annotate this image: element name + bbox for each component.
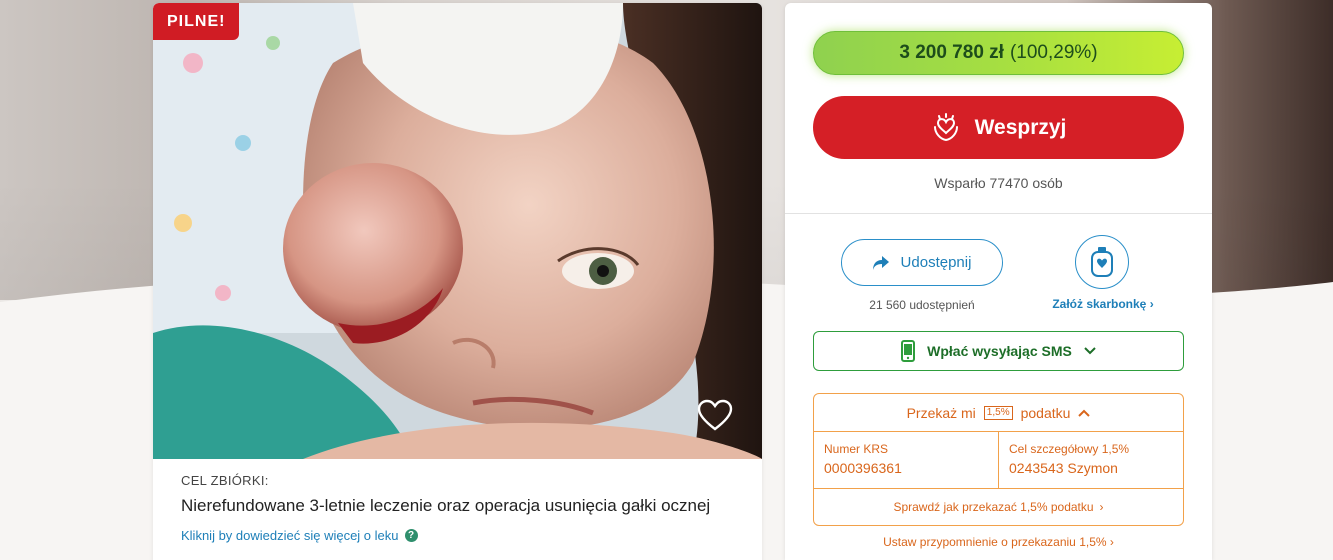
tax-donation-box: Przekaż mi 1,5% podatku Numer KRS 000039…	[813, 393, 1184, 526]
piggy-bank-link[interactable]: Załóż skarbonkę ›	[1035, 297, 1171, 311]
tax-percent-badge: 1,5%	[983, 405, 1013, 420]
chevron-right-icon: ›	[1109, 535, 1114, 549]
donate-label: Wesprzyj	[974, 115, 1067, 139]
goal-label: CEL ZBIÓRKI:	[181, 473, 269, 488]
donate-button[interactable]: Wesprzyj	[813, 96, 1184, 159]
raised-amount: 3 200 780 zł	[899, 42, 1004, 63]
campaign-photo-card: PILNE! CEL ZBIÓRKI: Nierefundowane 3-let…	[153, 3, 762, 560]
supporters-count: Wsparło 77470 osób	[934, 175, 1063, 191]
campaign-goal: CEL ZBIÓRKI: Nierefundowane 3-letnie lec…	[181, 473, 741, 543]
tax-head-after: podatku	[1020, 404, 1071, 421]
krs-cell: Numer KRS 0000396361	[814, 432, 998, 488]
raised-percent: (100,29%)	[1009, 42, 1098, 63]
child-photo-illustration	[153, 3, 762, 459]
tax-goal-value: 0243543 Szymon	[1009, 460, 1118, 476]
share-count: 21 560 udostępnień	[869, 298, 975, 312]
tax-reminder-link[interactable]: Ustaw przypomnienie o przekazaniu 1,5% ›	[785, 535, 1212, 549]
divider	[785, 213, 1212, 214]
tax-head-before: Przekaż mi	[906, 404, 976, 421]
piggy-bank-label: Załóż skarbonkę	[1052, 297, 1147, 311]
campaign-photo: PILNE!	[153, 3, 762, 459]
tax-goal-label: Cel szczegółowy 1,5%	[1009, 442, 1130, 456]
share-arrow-icon	[872, 255, 889, 270]
funding-progress-bar: 3 200 780 zł (100,29%)	[813, 31, 1184, 75]
piggy-bank-icon	[1091, 247, 1113, 277]
sms-label: Wpłać wysyłając SMS	[927, 343, 1072, 359]
learn-more-link[interactable]: Kliknij by dowiedzieć się więcej o leku …	[181, 528, 741, 543]
piggy-bank-button[interactable]	[1075, 235, 1129, 289]
sms-donate-button[interactable]: Wpłać wysyłając SMS	[813, 331, 1184, 371]
krs-label: Numer KRS	[824, 442, 889, 456]
donation-panel: 3 200 780 zł (100,29%) Wesprzyj Wsparło …	[785, 3, 1212, 560]
goal-cell: Cel szczegółowy 1,5% 0243543 Szymon	[998, 432, 1183, 488]
urgent-badge: PILNE!	[153, 3, 240, 40]
share-button[interactable]: Udostępnij	[841, 239, 1003, 286]
chevron-right-icon: ›	[1149, 297, 1154, 311]
chevron-up-icon	[1078, 409, 1091, 417]
krs-value: 0000396361	[824, 460, 902, 476]
tax-howto-link[interactable]: Sprawdź jak przekazać 1,5% podatku ›	[814, 489, 1183, 525]
heart-hand-icon	[933, 112, 958, 141]
tax-box-toggle[interactable]: Przekaż mi 1,5% podatku	[814, 394, 1183, 432]
tax-howto-text: Sprawdź jak przekazać 1,5% podatku	[893, 500, 1094, 514]
learn-more-text: Kliknij by dowiedzieć się więcej o leku	[181, 528, 399, 543]
favorite-button[interactable]	[697, 399, 733, 431]
share-label: Udostępnij	[900, 254, 972, 271]
chevron-down-icon	[1084, 347, 1096, 355]
reminder-text: Ustaw przypomnienie o przekazaniu 1,5%	[883, 535, 1107, 549]
tax-details: Numer KRS 0000396361 Cel szczegółowy 1,5…	[814, 432, 1183, 489]
chevron-right-icon: ›	[1099, 500, 1104, 514]
goal-title: Nierefundowane 3-letnie leczenie oraz op…	[181, 496, 711, 515]
phone-icon	[901, 340, 916, 362]
heart-outline-icon	[697, 399, 733, 431]
help-icon[interactable]: ?	[404, 529, 418, 542]
